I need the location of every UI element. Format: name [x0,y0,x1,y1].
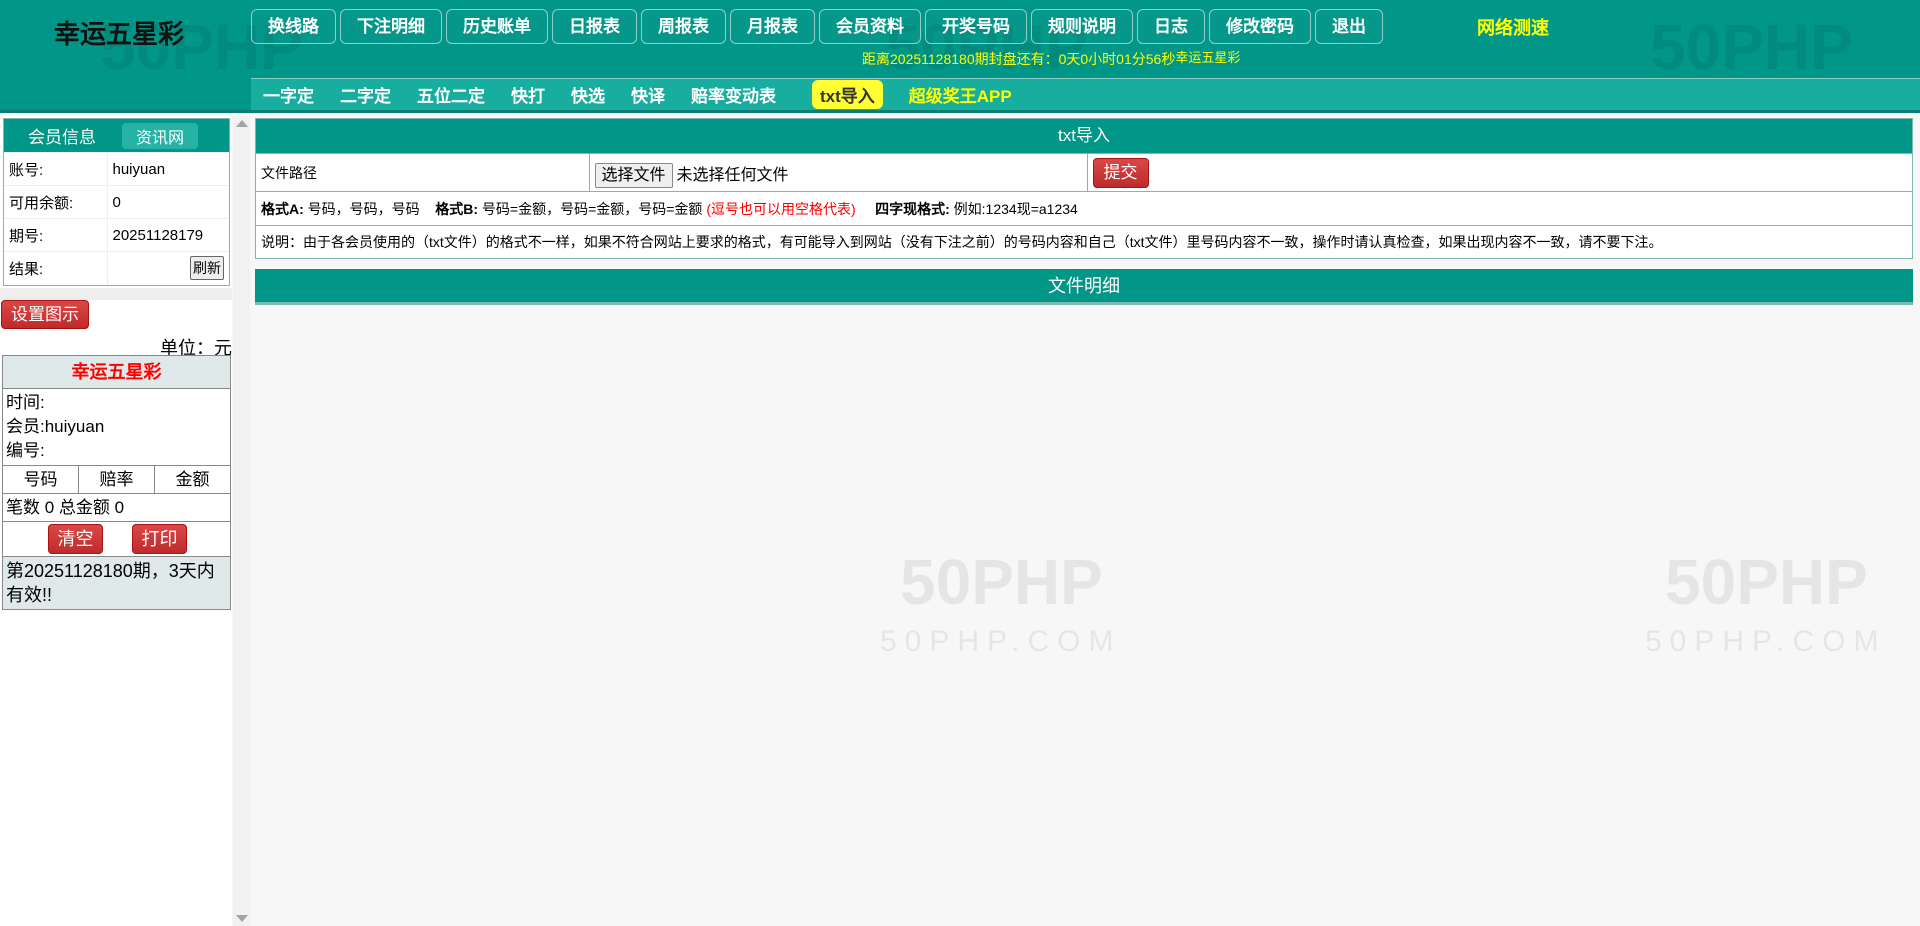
bet-ticket: 幸运五星彩 时间: 会员:huiyuan 编号: 号码 赔率 金额 笔数 0 总… [2,355,231,610]
scroll-up-icon[interactable] [236,120,248,127]
ticket-validity: 第20251128180期，3天内有效!! [3,557,230,609]
nav-log[interactable]: 日志 [1137,9,1205,44]
format-a: 号码，号码，号码 [307,200,420,217]
account-value: huiyuan [107,152,229,186]
ticket-title: 幸运五星彩 [3,356,230,389]
nav-monthly-report[interactable]: 月报表 [730,9,815,44]
subnav-quick-hit[interactable]: 快打 [511,82,545,107]
countdown: 距离20251128180期封盘还有：0天0小时01分56秒幸运五星彩 [862,49,1240,69]
watermark: 50PHP [1650,11,1853,83]
nav-daily-report[interactable]: 日报表 [552,9,637,44]
print-button[interactable]: 打印 [132,524,187,554]
subnav-app[interactable]: 超级奖王APP [909,82,1012,107]
nav-history[interactable]: 历史账单 [446,9,548,44]
account-label: 账号: [4,152,108,186]
scroll-down-icon[interactable] [236,915,248,922]
result-label: 结果: [4,251,108,285]
balance-label: 可用余额: [4,185,108,219]
txt-import-panel: txt导入 文件路径 选择文件 未选择任何文件 提交 格式A: 号码，号码，号码 … [255,118,1913,259]
ticket-time: 时间: [6,393,45,412]
member-info-title: 会员信息 [28,128,96,147]
file-detail-header: 文件明细 [255,269,1913,305]
nav-member-info[interactable]: 会员资料 [819,9,921,44]
subnav-odds-changes[interactable]: 赔率变动表 [691,82,776,107]
header: 50PHP 50PHP 50PHP 幸运五星彩 换线路 下注明细 历史账单 日报… [0,0,1920,113]
ticket-summary: 笔数 0 总金额 0 [3,494,230,522]
balance-value: 0 [107,185,229,219]
nav-change-password[interactable]: 修改密码 [1209,9,1311,44]
subnav-two-digit[interactable]: 二字定 [340,82,391,107]
nav-bet-details[interactable]: 下注明细 [340,9,442,44]
countdown-text: 距离20251128180期封盘还有：0天0小时01分56秒 [862,51,1176,67]
submit-button[interactable]: 提交 [1092,157,1149,188]
watermark: 50PHP [900,546,1103,618]
col-number: 号码 [3,466,79,493]
nav-weekly-report[interactable]: 周报表 [641,9,726,44]
set-icon-button[interactable]: 设置图示 [1,300,89,329]
ticket-serial: 编号: [6,441,45,460]
speed-test-link[interactable]: 网络测速 [1477,14,1549,40]
subnav-quick-translate[interactable]: 快译 [631,82,665,107]
subnav-five-pos-two[interactable]: 五位二定 [417,82,485,107]
nav-switch-line[interactable]: 换线路 [251,9,336,44]
ticket-member: 会员:huiyuan [6,417,105,436]
sidebar: 会员信息 资讯网 账号: huiyuan 可用余额: 0 期号: 20251128179… [0,116,232,926]
result-value: 刷新 [107,251,229,285]
subnav-txt-import[interactable]: txt导入 [812,80,883,109]
top-nav: 换线路 下注明细 历史账单 日报表 周报表 月报表 会员资料 开奖号码 规则说明… [251,9,1383,44]
watermark: 50PHP [1665,546,1868,618]
no-file-text: 未选择任何文件 [676,166,789,184]
subnav-quick-pick[interactable]: 快选 [571,82,605,107]
sub-nav: 一字定 二字定 五位二定 快打 快选 快译 赔率变动表 txt导入 超级奖王AP… [251,78,1920,110]
nav-rules[interactable]: 规则说明 [1031,9,1133,44]
col-odds: 赔率 [79,466,155,493]
format-a-label: 格式A: [261,200,304,217]
file-path-label: 文件路径 [256,153,590,192]
countdown-game: 幸运五星彩 [1175,50,1241,65]
member-info-panel: 会员信息 资讯网 账号: huiyuan 可用余额: 0 期号: 20251128179… [3,118,230,286]
period-label: 期号: [4,218,108,252]
refresh-button[interactable]: 刷新 [190,256,224,281]
subnav-one-digit[interactable]: 一字定 [263,82,314,107]
watermark: 50PHP.COM [1645,625,1887,658]
format-4-label: 四字现格式: [875,200,950,217]
logo: 幸运五星彩 [54,19,185,49]
divider [0,288,232,300]
format-b-label: 格式B: [435,200,479,217]
info-site-button[interactable]: 资讯网 [122,122,199,149]
nav-logout[interactable]: 退出 [1315,9,1383,44]
format-row: 格式A: 号码，号码，号码 格式B: 号码=金额，号码=金额，号码=金额 (逗号… [256,191,1912,226]
format-note: (逗号也可以用空格代表) [706,200,856,217]
panel-title: txt导入 [256,119,1912,153]
format-b: 号码=金额，号码=金额，号码=金额 [481,200,703,217]
clear-button[interactable]: 清空 [48,524,103,554]
file-input: 选择文件 未选择任何文件 [589,153,1088,192]
nav-draw-results[interactable]: 开奖号码 [925,9,1027,44]
watermark: 50PHP.COM [880,625,1122,658]
choose-file-button[interactable]: 选择文件 [594,162,673,188]
sidebar-scrollbar[interactable] [233,116,250,926]
description: 说明：由于各会员使用的（txt文件）的格式不一样，如果不符合网站上要求的格式，有… [256,225,1912,258]
col-amount: 金额 [175,470,210,489]
format-4: 例如:1234现=a1234 [953,200,1078,217]
period-value: 20251128179 [107,218,229,252]
